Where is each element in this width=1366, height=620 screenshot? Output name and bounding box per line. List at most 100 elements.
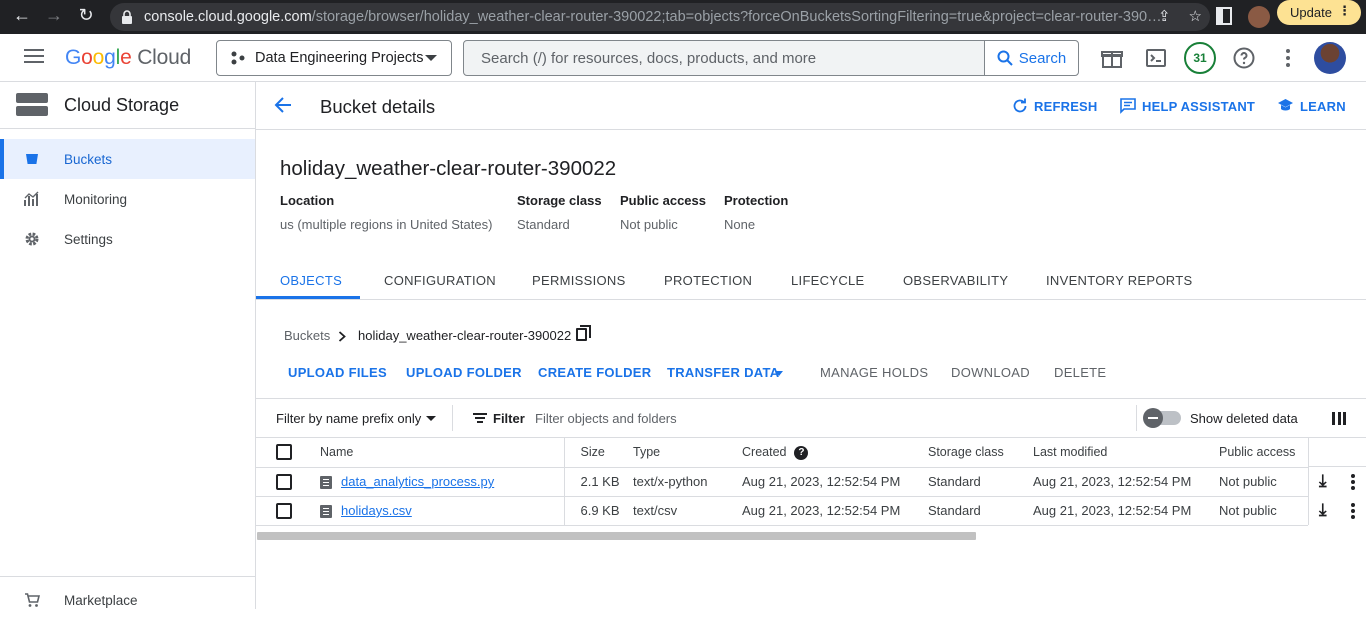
column-header-created[interactable]: Created: [742, 445, 786, 459]
search-button[interactable]: Search: [984, 41, 1078, 75]
breadcrumb-buckets[interactable]: Buckets: [284, 328, 330, 343]
file-icon: [320, 505, 332, 519]
sidebar-item-monitoring[interactable]: Monitoring: [0, 179, 255, 219]
forward-arrow-icon[interactable]: →: [38, 5, 70, 26]
sidebar-divider: [0, 576, 255, 577]
refresh-icon: [1013, 98, 1027, 113]
reload-icon[interactable]: ↻: [70, 5, 102, 26]
meta-label-public-access: Public access: [620, 193, 706, 208]
select-all-checkbox[interactable]: [276, 444, 292, 461]
search-input[interactable]: Search (/) for resources, docs, products…: [464, 50, 984, 67]
meta-label-storage-class: Storage class: [517, 193, 602, 208]
help-assistant-button[interactable]: HELP ASSISTANT: [1120, 98, 1255, 114]
horizontal-scrollbar[interactable]: [257, 532, 976, 540]
table-row: holidays.csv 6.9 KB text/csv Aug 21, 202…: [256, 496, 1308, 526]
tab-observability[interactable]: OBSERVABILITY: [903, 273, 1008, 288]
copy-icon[interactable]: [576, 325, 591, 341]
help-icon[interactable]: ?: [794, 445, 809, 460]
side-panel-icon[interactable]: [1216, 7, 1232, 25]
tab-objects[interactable]: OBJECTS: [280, 273, 342, 288]
product-header: Cloud Storage: [0, 82, 255, 129]
object-name-link[interactable]: holidays.csv: [341, 503, 412, 518]
filter-input[interactable]: Filter objects and folders: [535, 411, 677, 426]
refresh-button[interactable]: REFRESH: [1012, 98, 1098, 114]
create-folder-button[interactable]: CREATE FOLDER: [538, 365, 651, 380]
upload-folder-button[interactable]: UPLOAD FOLDER: [406, 365, 522, 380]
sidebar-item-label: Buckets: [64, 151, 113, 167]
product-title: Cloud Storage: [64, 94, 180, 115]
row-checkbox[interactable]: [276, 473, 292, 490]
show-deleted-toggle[interactable]: [1143, 408, 1181, 428]
tab-configuration[interactable]: CONFIGURATION: [384, 273, 496, 288]
cloud-shell-icon[interactable]: [1144, 46, 1168, 70]
sidebar: Cloud Storage Buckets Monitoring Setting…: [0, 82, 256, 609]
address-bar[interactable]: console.cloud.google.com/storage/browser…: [110, 3, 1210, 31]
download-icon[interactable]: [1319, 500, 1333, 520]
url-path: /storage/browser/holiday_weather-clear-r…: [311, 9, 1162, 25]
row-actions: [1308, 496, 1366, 525]
google-cloud-logo[interactable]: Google Cloud: [65, 46, 191, 70]
transfer-data-button[interactable]: TRANSFER DATA: [667, 365, 779, 380]
more-vert-icon[interactable]: [1276, 46, 1300, 70]
meta-value-storage-class: Standard: [517, 217, 570, 232]
sidebar-item-marketplace[interactable]: Marketplace: [0, 580, 255, 620]
column-header-size[interactable]: Size: [563, 438, 633, 468]
bookmark-star-icon[interactable]: ☆: [1189, 7, 1202, 25]
search-box[interactable]: Search (/) for resources, docs, products…: [463, 40, 1079, 76]
refresh-label: REFRESH: [1034, 98, 1098, 114]
row-actions: [1308, 467, 1366, 496]
learn-button[interactable]: LEARN: [1277, 98, 1346, 114]
hamburger-menu-icon[interactable]: [24, 49, 44, 63]
object-size: 2.1 KB: [563, 467, 633, 497]
tab-permissions[interactable]: PERMISSIONS: [532, 273, 626, 288]
download-button[interactable]: DOWNLOAD: [951, 365, 1030, 380]
tab-lifecycle[interactable]: LIFECYCLE: [791, 273, 865, 288]
storage-icon: [16, 93, 48, 117]
tab-bar: OBJECTS CONFIGURATION PERMISSIONS PROTEC…: [256, 262, 1366, 300]
column-header-last-modified[interactable]: Last modified: [1033, 438, 1219, 468]
account-avatar[interactable]: [1314, 42, 1346, 74]
column-header-storage-class[interactable]: Storage class: [928, 438, 1033, 468]
object-name-link[interactable]: data_analytics_process.py: [341, 474, 494, 489]
row-actions-header: [1308, 438, 1366, 467]
tab-inventory-reports[interactable]: INVENTORY REPORTS: [1046, 273, 1192, 288]
meta-label-location: Location: [280, 193, 335, 208]
logo-cloud: Cloud: [137, 46, 192, 69]
column-header-public-access[interactable]: Public access: [1219, 438, 1308, 468]
logo-letter: g: [104, 46, 116, 69]
browser-toolbar: ← → ↻ console.cloud.google.com/storage/b…: [0, 0, 1366, 34]
column-header-name[interactable]: Name: [304, 438, 564, 468]
back-arrow-icon[interactable]: ←: [6, 5, 38, 26]
logo-letter: e: [120, 46, 132, 69]
share-icon[interactable]: ⇪: [1158, 7, 1171, 25]
profile-avatar[interactable]: [1248, 6, 1270, 28]
prefix-filter-select[interactable]: Filter by name prefix only: [276, 411, 421, 426]
object-last-modified: Aug 21, 2023, 12:52:54 PM: [1033, 467, 1219, 497]
help-icon[interactable]: [1232, 46, 1256, 70]
object-created: Aug 21, 2023, 12:52:54 PM: [742, 467, 928, 497]
column-display-icon[interactable]: [1332, 412, 1346, 425]
sidebar-item-settings[interactable]: Settings: [0, 219, 255, 259]
gift-icon[interactable]: [1100, 46, 1124, 70]
manage-holds-button[interactable]: MANAGE HOLDS: [820, 365, 928, 380]
chart-icon: [24, 191, 40, 207]
upload-files-button[interactable]: UPLOAD FILES: [288, 365, 387, 380]
more-vert-icon[interactable]: [1351, 474, 1355, 490]
sidebar-item-buckets[interactable]: Buckets: [0, 139, 255, 179]
tab-protection[interactable]: PROTECTION: [664, 273, 752, 288]
back-arrow-icon[interactable]: [274, 94, 292, 120]
notifications-badge[interactable]: 31: [1184, 42, 1216, 74]
object-type: text/csv: [633, 496, 742, 526]
objects-table: Name Size Type Created? Storage class La…: [256, 438, 1308, 526]
meta-value-public-access: Not public: [620, 217, 678, 232]
row-checkbox[interactable]: [276, 502, 292, 519]
download-icon[interactable]: [1319, 471, 1333, 491]
delete-button[interactable]: DELETE: [1054, 365, 1106, 380]
more-vert-icon[interactable]: [1351, 503, 1355, 519]
page-title: Bucket details: [320, 96, 436, 117]
show-deleted-label: Show deleted data: [1190, 411, 1298, 426]
update-button[interactable]: Update ⋮: [1277, 0, 1361, 25]
project-picker[interactable]: Data Engineering Projects: [216, 40, 452, 76]
search-button-label: Search: [1018, 49, 1067, 67]
column-header-type[interactable]: Type: [633, 438, 742, 468]
